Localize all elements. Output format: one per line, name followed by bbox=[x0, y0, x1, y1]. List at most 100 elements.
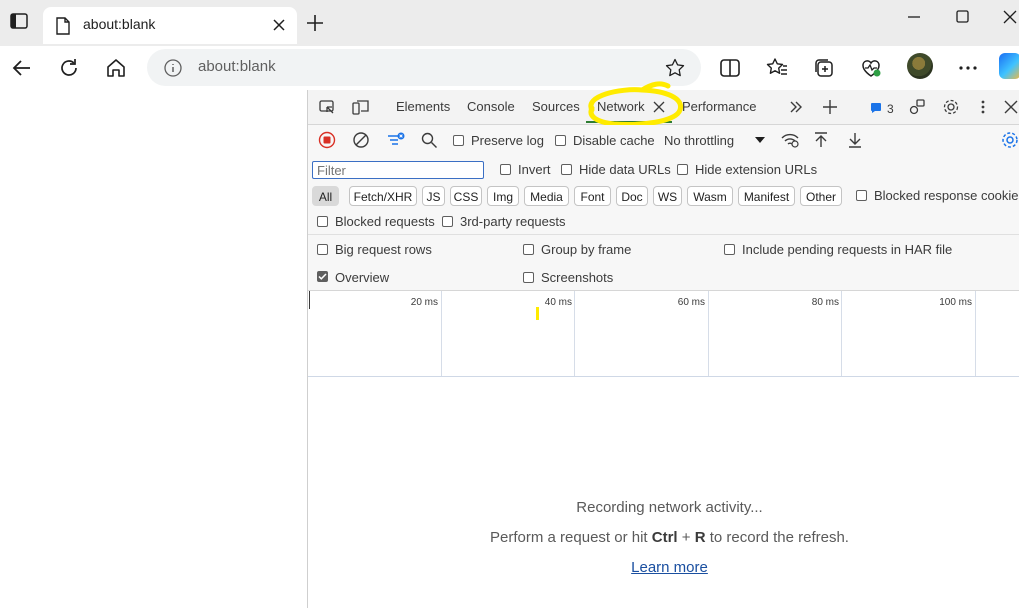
empty-state: Recording network activity... Perform a … bbox=[308, 377, 1019, 608]
more-tabs-icon[interactable] bbox=[788, 99, 804, 115]
search-icon[interactable] bbox=[420, 131, 438, 149]
dropdown-arrow-icon[interactable] bbox=[755, 135, 765, 145]
url-text[interactable]: about:blank bbox=[198, 58, 276, 75]
filter-chip-all[interactable]: All bbox=[312, 186, 339, 206]
blocked-response-cookies-checkbox[interactable] bbox=[856, 190, 867, 201]
clear-log-icon[interactable] bbox=[352, 131, 370, 149]
gridline bbox=[441, 291, 442, 376]
preserve-log-label: Preserve log bbox=[471, 133, 544, 148]
issues-count[interactable]: 3 bbox=[887, 102, 894, 116]
gridline bbox=[841, 291, 842, 376]
invert-checkbox[interactable] bbox=[500, 164, 511, 175]
record-stop-icon[interactable] bbox=[318, 131, 336, 149]
profile-avatar[interactable] bbox=[907, 53, 933, 79]
tab-actions-icon[interactable] bbox=[8, 10, 30, 32]
back-arrow-icon[interactable] bbox=[9, 55, 35, 81]
browser-tab[interactable]: about:blank bbox=[43, 7, 297, 44]
refresh-icon[interactable] bbox=[56, 55, 82, 81]
tab-close-icon[interactable] bbox=[271, 17, 287, 33]
record-hint: Perform a request or hit Ctrl + R to rec… bbox=[308, 529, 1019, 546]
settings-gear-icon[interactable] bbox=[942, 98, 960, 116]
split-screen-icon[interactable] bbox=[717, 55, 743, 81]
filter-chip-js[interactable]: JS bbox=[422, 186, 445, 206]
invert-label: Invert bbox=[518, 162, 551, 177]
filter-chip-doc[interactable]: Doc bbox=[616, 186, 648, 206]
filter-input[interactable] bbox=[312, 161, 484, 179]
throttling-select[interactable]: No throttling bbox=[664, 133, 734, 148]
tick-label: 80 ms bbox=[811, 297, 839, 308]
hide-data-urls-checkbox[interactable] bbox=[561, 164, 572, 175]
tick-label: 60 ms bbox=[677, 297, 705, 308]
group-by-frame-checkbox[interactable] bbox=[523, 244, 534, 255]
big-request-rows-checkbox[interactable] bbox=[317, 244, 328, 255]
gridline bbox=[574, 291, 575, 376]
hint-prefix: Perform a request or hit bbox=[490, 529, 652, 546]
tab-elements[interactable]: Elements bbox=[396, 99, 450, 114]
network-conditions-icon[interactable] bbox=[780, 131, 800, 149]
site-info-icon[interactable] bbox=[163, 58, 183, 78]
browser-toolbar: about:blank bbox=[0, 46, 1019, 90]
filter-chip-ws[interactable]: WS bbox=[653, 186, 682, 206]
tab-performance[interactable]: Performance bbox=[682, 99, 756, 114]
third-party-requests-checkbox[interactable] bbox=[442, 216, 453, 227]
timeline-start-marker bbox=[309, 291, 310, 309]
preserve-log-checkbox[interactable] bbox=[453, 135, 464, 146]
maximize-icon[interactable] bbox=[954, 8, 972, 26]
home-icon[interactable] bbox=[103, 55, 129, 81]
filter-chip-media[interactable]: Media bbox=[524, 186, 569, 206]
hide-extension-urls-label: Hide extension URLs bbox=[695, 162, 818, 177]
blocked-requests-row: Blocked requests 3rd-party requests bbox=[308, 209, 1019, 235]
browser-essentials-icon[interactable] bbox=[858, 55, 884, 81]
disable-cache-checkbox[interactable] bbox=[555, 135, 566, 146]
inspect-element-icon[interactable] bbox=[318, 98, 336, 116]
device-emulation-icon[interactable] bbox=[352, 98, 370, 116]
third-party-requests-label: 3rd-party requests bbox=[460, 214, 566, 229]
close-devtools-icon[interactable] bbox=[1003, 99, 1019, 115]
screenshots-label: Screenshots bbox=[541, 270, 614, 285]
devtools-menu-icon[interactable] bbox=[977, 98, 989, 116]
window-close-icon[interactable] bbox=[1001, 8, 1019, 26]
network-settings-gear-icon[interactable] bbox=[1000, 130, 1019, 150]
screenshots-checkbox[interactable] bbox=[523, 272, 534, 283]
hint-plus: + bbox=[677, 529, 695, 546]
import-har-icon[interactable] bbox=[813, 131, 829, 149]
big-request-rows-label: Big request rows bbox=[335, 242, 432, 257]
favorite-star-icon[interactable] bbox=[664, 57, 686, 79]
more-menu-icon[interactable] bbox=[955, 55, 981, 81]
disable-cache-label: Disable cache bbox=[573, 133, 655, 148]
learn-more-link[interactable]: Learn more bbox=[631, 559, 708, 576]
blocked-requests-checkbox[interactable] bbox=[317, 216, 328, 227]
include-pending-checkbox[interactable] bbox=[724, 244, 735, 255]
feedback-icon[interactable] bbox=[908, 98, 926, 116]
issues-icon[interactable] bbox=[870, 102, 882, 114]
copilot-icon[interactable] bbox=[999, 53, 1019, 79]
filter-chip-css[interactable]: CSS bbox=[450, 186, 482, 206]
add-tool-icon[interactable] bbox=[821, 98, 839, 116]
network-settings-pane: Big request rows Group by frame Include … bbox=[308, 235, 1019, 291]
resource-type-filters: All Fetch/XHR JS CSS Img Media Font Doc … bbox=[308, 183, 1019, 209]
gridline bbox=[708, 291, 709, 376]
export-har-icon[interactable] bbox=[847, 131, 863, 149]
tab-sources[interactable]: Sources bbox=[532, 99, 580, 114]
filter-chip-fetch-xhr[interactable]: Fetch/XHR bbox=[349, 186, 417, 206]
minimize-icon[interactable] bbox=[905, 8, 923, 26]
tick-label: 100 ms bbox=[939, 297, 972, 308]
blocked-requests-label: Blocked requests bbox=[335, 214, 435, 229]
hide-data-urls-label: Hide data URLs bbox=[579, 162, 671, 177]
collections-icon[interactable] bbox=[811, 55, 837, 81]
filter-chip-wasm[interactable]: Wasm bbox=[687, 186, 733, 206]
tab-console[interactable]: Console bbox=[467, 99, 515, 114]
network-overview-timeline[interactable]: 20 ms 40 ms 60 ms 80 ms 100 ms bbox=[308, 291, 1019, 377]
include-pending-label: Include pending requests in HAR file bbox=[742, 242, 953, 257]
favorites-icon[interactable] bbox=[764, 55, 790, 81]
filter-icon[interactable] bbox=[386, 130, 406, 150]
filter-chip-img[interactable]: Img bbox=[487, 186, 519, 206]
filter-chip-other[interactable]: Other bbox=[800, 186, 842, 206]
title-bar: about:blank bbox=[0, 0, 1019, 46]
filter-chip-manifest[interactable]: Manifest bbox=[738, 186, 795, 206]
hide-extension-urls-checkbox[interactable] bbox=[677, 164, 688, 175]
annotation-highlight bbox=[580, 80, 688, 130]
new-tab-icon[interactable] bbox=[305, 13, 325, 33]
overview-checkbox[interactable] bbox=[317, 271, 328, 282]
filter-chip-font[interactable]: Font bbox=[574, 186, 611, 206]
